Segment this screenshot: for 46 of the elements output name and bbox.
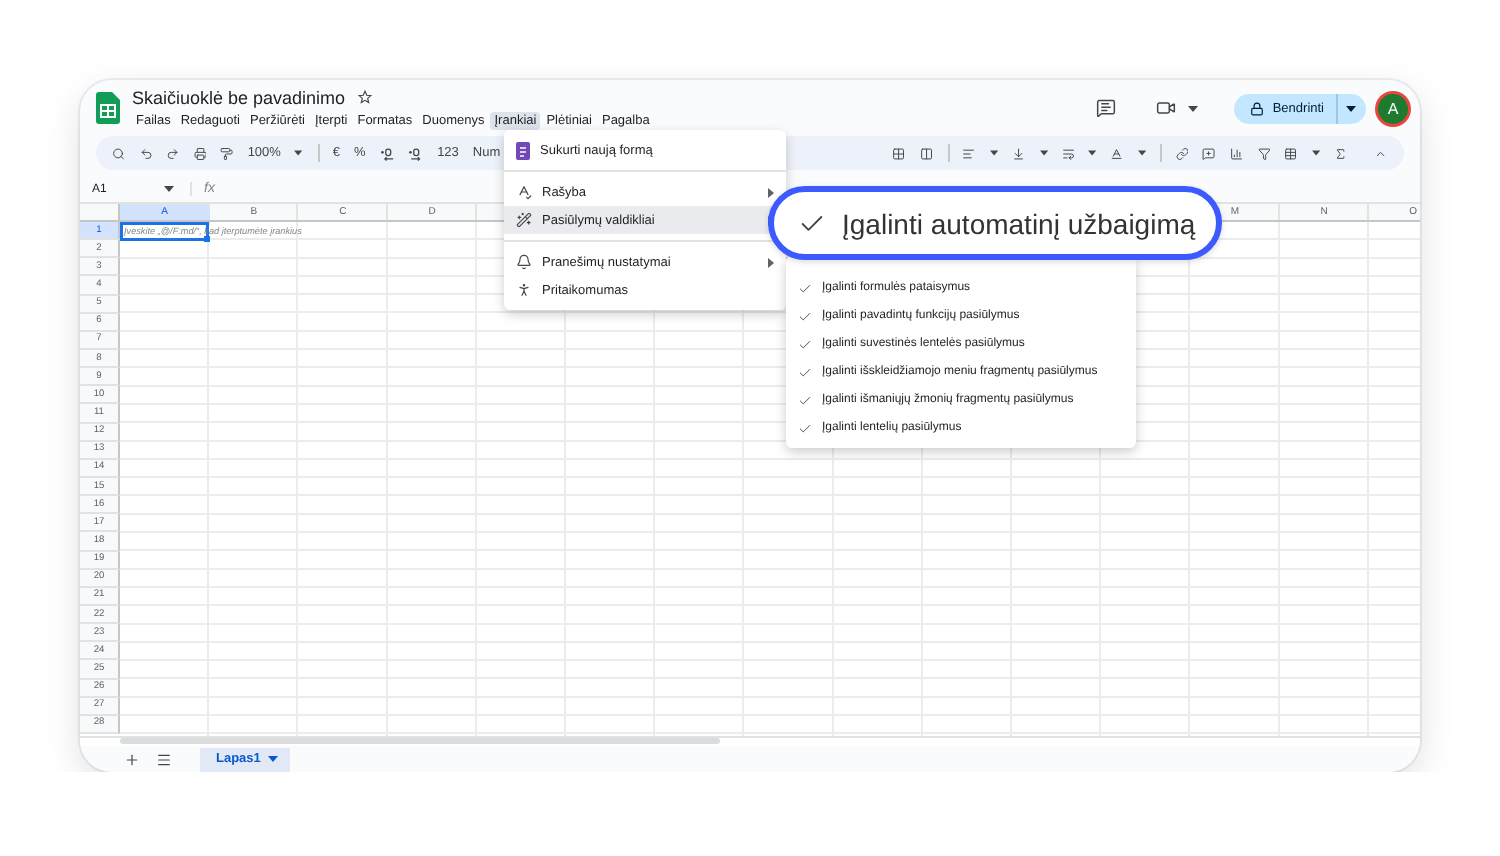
borders-icon[interactable] — [892, 145, 906, 161]
magic-wand-icon — [516, 212, 532, 228]
undo-icon[interactable] — [139, 145, 153, 161]
merge-cells-icon[interactable] — [919, 145, 934, 161]
vertical-align-icon[interactable] — [1012, 145, 1026, 161]
print-icon[interactable] — [193, 145, 207, 161]
accessibility-icon — [516, 282, 532, 298]
comments-icon[interactable] — [1096, 98, 1117, 118]
video-caret-icon — [1188, 105, 1199, 111]
submenu-arrow-icon — [768, 187, 774, 197]
spell-check-icon — [516, 184, 532, 200]
caret-icon — [1137, 150, 1147, 156]
add-sheet-icon[interactable] — [124, 751, 140, 767]
star-icon[interactable] — [357, 90, 372, 104]
autocomplete-option-menu[interactable]: Įgalinti automatinį užbaigimą — [768, 186, 1222, 260]
submenu-arrow-icon — [768, 257, 774, 267]
name-box-caret-icon — [164, 186, 174, 192]
video-call-icon[interactable] — [1156, 98, 1177, 118]
functions-icon[interactable] — [1333, 145, 1347, 161]
decrease-decimal-icon[interactable] — [379, 145, 395, 161]
sheet-tab-caret-icon — [268, 756, 279, 762]
zoom-caret-icon — [294, 150, 304, 156]
text-wrap-icon[interactable] — [1061, 145, 1075, 161]
caret-icon — [1039, 150, 1048, 156]
text-color-icon[interactable] — [1110, 145, 1124, 161]
search-icon[interactable] — [112, 145, 126, 161]
caret-icon — [1311, 150, 1320, 156]
redo-icon[interactable] — [166, 145, 180, 161]
align-icon[interactable] — [962, 145, 976, 161]
document-title[interactable]: Skaičiuoklė be pavadinimo — [132, 87, 346, 107]
chart-icon[interactable] — [1230, 145, 1244, 161]
link-icon[interactable] — [1175, 145, 1189, 161]
share-caret-icon — [1346, 105, 1356, 111]
caret-icon — [989, 150, 999, 156]
paint-format-icon[interactable] — [220, 145, 234, 161]
bell-icon — [516, 254, 532, 270]
spreadsheet-logo-icon[interactable] — [96, 92, 120, 124]
form-icon — [516, 141, 530, 159]
caret-icon — [1088, 150, 1097, 156]
add-comment-icon[interactable] — [1202, 145, 1217, 161]
all-sheets-icon[interactable] — [156, 751, 172, 767]
filter-icon[interactable] — [1257, 145, 1271, 161]
user-avatar[interactable]: A — [1378, 93, 1408, 123]
lock-icon — [1250, 101, 1265, 115]
increase-decimal-icon[interactable] — [408, 145, 424, 161]
table-icon[interactable] — [1284, 145, 1298, 161]
